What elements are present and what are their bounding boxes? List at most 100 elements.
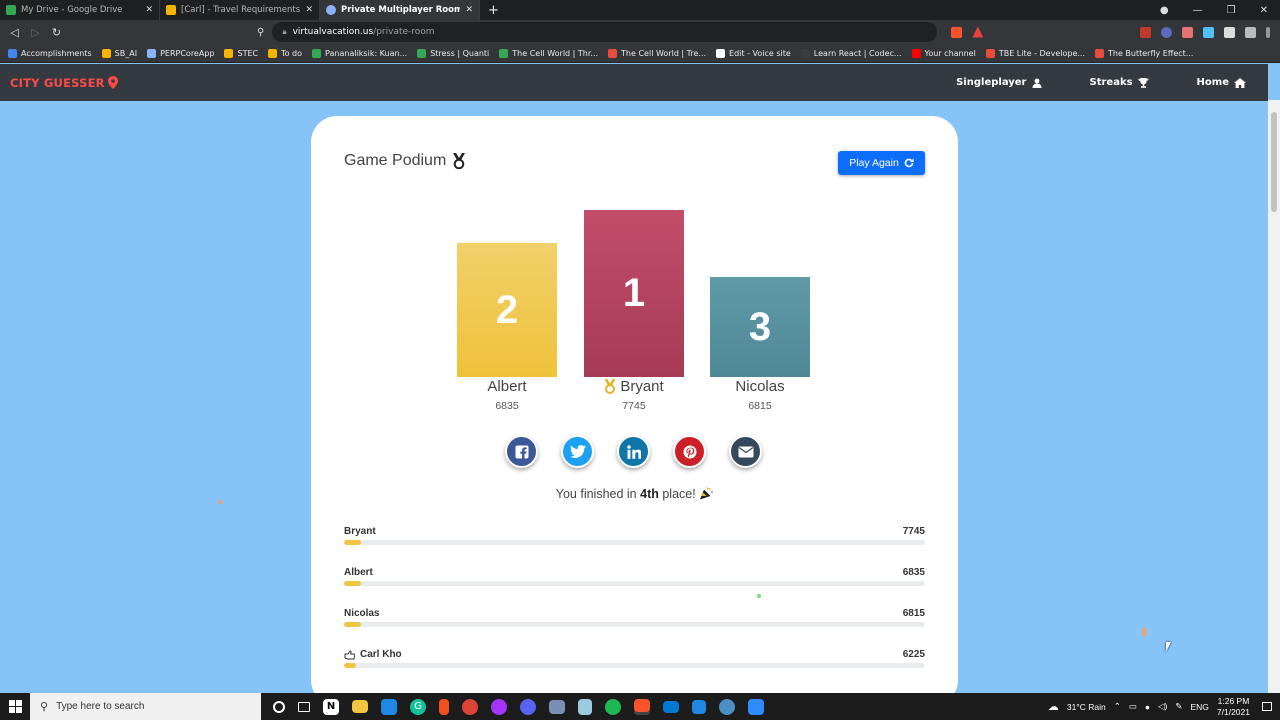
- brave-icon[interactable]: [634, 698, 650, 715]
- forward-button[interactable]: ▷: [25, 26, 46, 39]
- puzzle-icon[interactable]: [1224, 26, 1235, 38]
- microphone-icon[interactable]: ●: [1145, 702, 1150, 712]
- system-tray: ☁︎ 31°C Rain ⌃ ▭ ● ◁) ✎ ENG 1:26 PM 7/1/…: [1048, 696, 1280, 718]
- podium-name-second: Albert: [442, 378, 572, 395]
- play-again-label: Play Again: [849, 157, 899, 169]
- bookmark-item[interactable]: Learn React | Codec...: [800, 48, 902, 58]
- bookmark-item[interactable]: STEC: [224, 48, 258, 58]
- browser-tab[interactable]: [Carl] - Travel Requirements - Google S …: [160, 0, 320, 20]
- bookmark-label: The Cell World | Thr...: [512, 48, 599, 58]
- reload-button[interactable]: ↻: [46, 26, 67, 39]
- extension-icon[interactable]: [1140, 26, 1151, 38]
- email-share-button[interactable]: [729, 435, 762, 468]
- bookmark-item[interactable]: Your channel: [911, 48, 976, 58]
- figma-icon[interactable]: [439, 698, 449, 715]
- spotify-icon[interactable]: [605, 698, 621, 715]
- start-button[interactable]: [0, 700, 30, 713]
- site-logo[interactable]: CITY GUESSER: [10, 76, 118, 90]
- podium-third-place: 3: [710, 277, 810, 377]
- app-icon[interactable]: [549, 699, 565, 714]
- volume-icon[interactable]: ◁): [1158, 701, 1167, 712]
- bookmark-item[interactable]: Edit - Voice site: [716, 48, 791, 58]
- pinterest-share-button[interactable]: [673, 435, 706, 468]
- bookmark-item[interactable]: PERPCoreApp: [147, 48, 214, 58]
- profile-icon[interactable]: ●: [1160, 5, 1169, 16]
- extension-icon[interactable]: [1203, 26, 1214, 38]
- scrollbar-thumb[interactable]: [1271, 112, 1277, 212]
- mail-icon[interactable]: [663, 700, 679, 713]
- chevron-up-icon[interactable]: ⌃: [1114, 701, 1121, 712]
- scissors-icon[interactable]: [1182, 26, 1193, 38]
- score-progress-bar: [344, 540, 925, 545]
- address-bar-row: ◁ ▷ ↻ ⚲ 🔒︎ virtualvacation.us/private-ro…: [0, 20, 1280, 44]
- finish-message: You finished in 4th place!: [311, 487, 958, 501]
- leaderboard-score: 6835: [902, 567, 925, 578]
- browser-icon[interactable]: [719, 698, 735, 715]
- bookmark-item[interactable]: To do: [268, 48, 302, 58]
- extension-icon[interactable]: [1161, 26, 1172, 38]
- bookmark-item[interactable]: Accomplishments: [8, 48, 92, 58]
- pen-icon[interactable]: ✎: [1175, 701, 1182, 712]
- url-field[interactable]: 🔒︎ virtualvacation.us/private-room: [272, 22, 938, 42]
- browser-tab[interactable]: My Drive - Google Drive ✕: [0, 0, 160, 20]
- nav-home[interactable]: Home: [1197, 77, 1246, 88]
- bookmark-icon[interactable]: ⚲: [257, 27, 264, 38]
- leaderboard-row: Albert 6835: [344, 567, 925, 586]
- close-icon[interactable]: ✕: [145, 5, 153, 15]
- confetti-dot: [757, 594, 761, 598]
- bookmark-item[interactable]: Pananaliksik: Kuan...: [312, 48, 407, 58]
- bookmark-item[interactable]: Stress | Quanti: [417, 48, 489, 58]
- taskbar-search-input[interactable]: ⚲ Type here to search: [30, 693, 261, 720]
- bookmark-item[interactable]: The Cell World | Thr...: [499, 48, 599, 58]
- bookmark-item[interactable]: TBE Lite - Develope...: [985, 48, 1085, 58]
- network-icon[interactable]: ▭: [1129, 701, 1137, 712]
- player-name: Albert: [487, 378, 527, 395]
- nav-label: Streaks: [1089, 77, 1133, 88]
- bookmark-item[interactable]: The Butterfly Effect...: [1095, 48, 1193, 58]
- page-scrollbar[interactable]: [1268, 100, 1280, 693]
- browser-tab-active[interactable]: Private Multiplayer Rooms - C ✕: [320, 0, 480, 20]
- task-view-icon[interactable]: [298, 701, 310, 712]
- close-icon[interactable]: ✕: [465, 5, 473, 15]
- chrome-icon[interactable]: [462, 698, 478, 715]
- close-icon[interactable]: ✕: [305, 5, 313, 15]
- notion-icon[interactable]: N: [323, 698, 339, 715]
- back-button[interactable]: ◁: [4, 26, 25, 39]
- new-tab-button[interactable]: +: [480, 3, 507, 18]
- finish-prefix: You finished in: [555, 487, 637, 501]
- messenger-icon[interactable]: [491, 698, 507, 715]
- facebook-share-button[interactable]: [505, 435, 538, 468]
- nav-streaks[interactable]: Streaks: [1090, 77, 1149, 88]
- language-indicator[interactable]: ENG: [1190, 702, 1208, 712]
- brave-rewards-icon[interactable]: [972, 26, 984, 38]
- bookmark-item[interactable]: The Cell World | Tre...: [608, 48, 706, 58]
- grammarly-icon[interactable]: G: [410, 698, 426, 715]
- linkedin-share-button[interactable]: [617, 435, 650, 468]
- notifications-icon[interactable]: [1262, 702, 1272, 711]
- zoom-icon[interactable]: [748, 698, 764, 715]
- menu-icon[interactable]: [1266, 26, 1270, 38]
- discord-icon[interactable]: [520, 698, 536, 715]
- windows-logo-icon: [8, 700, 22, 713]
- nav-singleplayer[interactable]: Singleplayer: [956, 77, 1041, 88]
- podium-rank: 3: [748, 304, 772, 349]
- cortana-icon[interactable]: [273, 700, 285, 713]
- finish-place: 4th: [640, 487, 659, 501]
- tab-title: [Carl] - Travel Requirements - Google S: [181, 5, 301, 15]
- restore-button[interactable]: ❐: [1227, 5, 1236, 16]
- play-again-button[interactable]: Play Again: [838, 151, 925, 175]
- notes-icon[interactable]: [578, 698, 592, 715]
- logo-text: CITY GUESSER: [10, 75, 105, 90]
- clock[interactable]: 1:26 PM 7/1/2021: [1217, 696, 1250, 718]
- bookmark-item[interactable]: SB_AI: [101, 48, 137, 58]
- twitter-share-button[interactable]: [561, 435, 594, 468]
- weather-text[interactable]: 31°C Rain: [1067, 702, 1106, 712]
- minimize-button[interactable]: —: [1193, 5, 1203, 16]
- url-path: /private-room: [373, 27, 435, 37]
- calendar-icon[interactable]: [692, 699, 706, 714]
- brave-shield-icon[interactable]: [951, 26, 963, 38]
- close-window-button[interactable]: ✕: [1260, 5, 1268, 16]
- file-explorer-icon[interactable]: [352, 700, 368, 713]
- vscode-icon[interactable]: [381, 698, 397, 715]
- media-icon[interactable]: [1245, 26, 1256, 38]
